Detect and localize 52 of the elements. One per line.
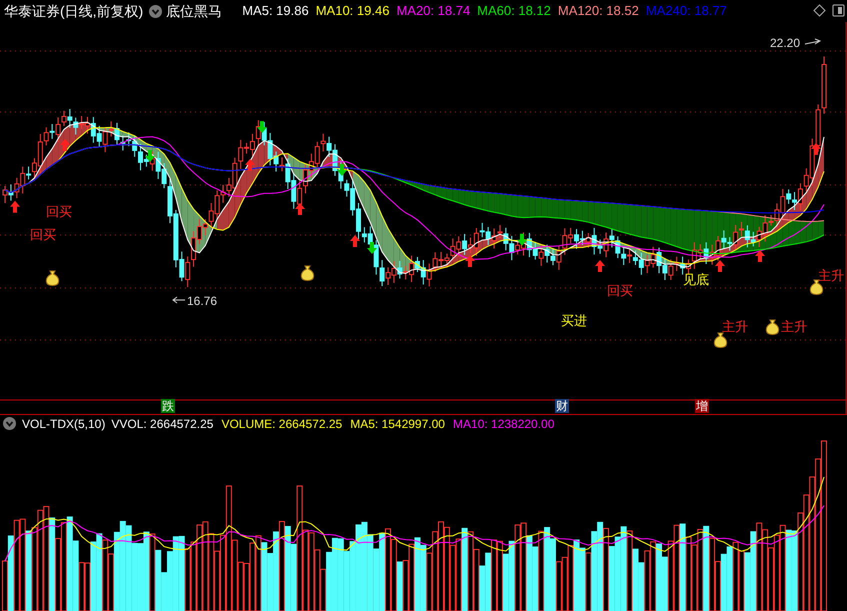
stock-title: 华泰证券(日线,前复权): [4, 2, 144, 21]
signal-label: 买进: [561, 314, 587, 327]
up-arrow-icon: [245, 158, 255, 171]
money-bag-icon: [713, 332, 728, 348]
event-marker: 增: [695, 399, 709, 413]
signal-label: 主升: [781, 320, 807, 333]
up-arrow-icon: [60, 139, 70, 151]
up-arrow-icon: [10, 200, 20, 213]
down-arrow-icon: [367, 242, 377, 254]
indicator-value: MA240: 18.77: [646, 2, 727, 20]
signal-label: 主升: [818, 269, 844, 282]
up-arrow-icon: [595, 260, 605, 272]
down-arrow-icon: [145, 150, 155, 162]
formula-name: 底位黑马: [166, 2, 222, 20]
indicator-value: MA120: 18.52: [558, 2, 639, 20]
signal-label: 回买: [46, 205, 72, 218]
high-price-arrow: [804, 38, 822, 44]
down-arrow-icon: [517, 234, 527, 246]
signal-label: 主升: [722, 320, 748, 333]
dropdown-chevron-icon[interactable]: [3, 417, 16, 430]
dropdown-chevron-icon[interactable]: [149, 4, 162, 18]
indicator-value: MA10: 1238220.00: [452, 416, 554, 432]
indicator-value: MA20: 18.74: [396, 2, 470, 20]
down-arrow-icon: [257, 121, 267, 134]
money-bag-icon: [809, 279, 824, 295]
low-price-label: 16.76: [187, 295, 218, 307]
high-price-label: 22.20: [770, 37, 800, 49]
indicator-value: MA5: 19.86: [242, 2, 309, 20]
signal-label: 回买: [30, 228, 56, 241]
indicator-title: VOL-TDX(5,10): [22, 416, 106, 432]
signal-label: 见底: [683, 273, 709, 286]
money-bag-icon: [765, 319, 780, 335]
low-price-arrow: [172, 296, 186, 304]
indicator-value: MA5: 1542997.00: [350, 416, 445, 432]
up-arrow-icon: [295, 203, 305, 216]
indicator-value: VOLUME: 2664572.25: [221, 416, 342, 432]
signal-label: 回买: [607, 284, 633, 297]
window-toggle-icon[interactable]: [832, 4, 845, 17]
money-bag-icon: [45, 270, 60, 286]
indicator-value: MA60: 18.12: [477, 2, 551, 20]
event-marker: 跌: [161, 399, 175, 413]
indicator-value: VVOL: 2664572.25: [111, 416, 214, 432]
indicator-value: MA10: 19.46: [316, 2, 390, 20]
event-marker: 财: [555, 399, 569, 413]
diamond-icon[interactable]: [813, 4, 826, 17]
up-arrow-icon: [755, 250, 765, 262]
up-arrow-icon: [465, 255, 475, 267]
money-bag-icon: [300, 265, 315, 281]
up-arrow-icon: [715, 260, 725, 272]
down-arrow-icon: [337, 164, 347, 176]
up-arrow-icon: [350, 235, 360, 247]
up-arrow-icon: [811, 142, 821, 155]
